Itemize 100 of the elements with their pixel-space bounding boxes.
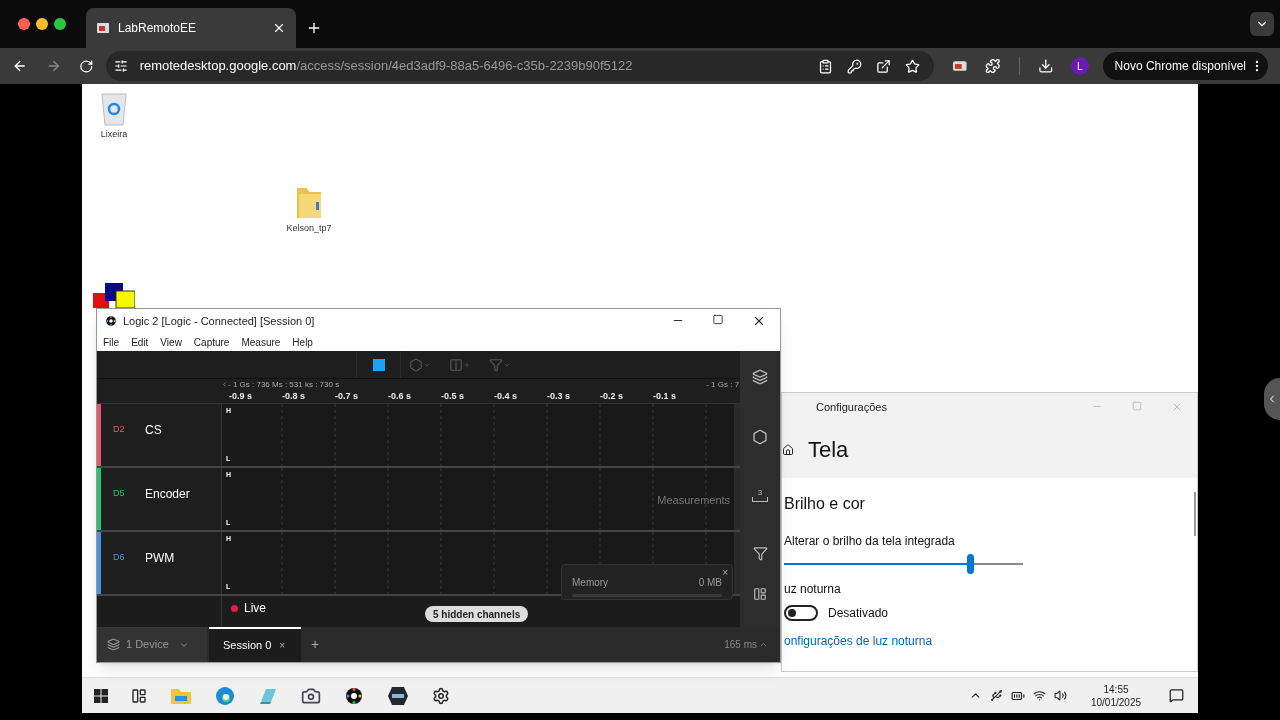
stop-button[interactable] (372, 358, 385, 371)
session-tab[interactable]: Session 0 × (209, 627, 301, 662)
start-icon[interactable] (94, 688, 108, 703)
page-title: Tela (808, 436, 849, 464)
live-label: Live (244, 600, 266, 617)
bookmark-star-icon[interactable] (904, 58, 920, 74)
menu-item[interactable]: Help (292, 334, 313, 350)
night-light-toggle[interactable] (784, 605, 818, 621)
window-title: Configurações (815, 399, 887, 415)
time-tick-label: -0.4 s (493, 390, 518, 403)
channel-name: Encoder (145, 486, 190, 503)
reload-icon[interactable] (79, 58, 94, 74)
channel-id: D6 (113, 551, 126, 565)
time-tick-label: -0.5 s (440, 390, 465, 403)
close-tab-icon[interactable]: × (279, 638, 286, 653)
external-link-icon[interactable] (875, 58, 891, 74)
time-tick-label: -0.2 s (599, 390, 624, 403)
slider-thumb[interactable] (967, 554, 975, 574)
analyzers-icon[interactable] (752, 429, 769, 445)
ruler-range-label: - 1 Gs : 7 (706, 379, 741, 391)
wifi-icon[interactable] (1033, 689, 1046, 702)
time-tick-label: -0.9 s (228, 390, 253, 403)
hidden-channels-button[interactable]: 5 hidden channels (425, 606, 529, 622)
download-icon[interactable] (1037, 58, 1054, 74)
window-title: Logic 2 [Logic - Connected] [Session 0] (123, 313, 315, 329)
new-tab-icon[interactable] (306, 20, 322, 36)
device-icon (107, 638, 120, 651)
extension-icon[interactable] (951, 58, 968, 74)
site-info-icon[interactable] (113, 59, 128, 73)
latency-label: 165 ms (724, 638, 757, 652)
url-text: remotedesktop.google.com/access/session/4ed3adf9-88a5-6496-c35b-2239b90f5122 (139, 57, 633, 76)
settings-icon[interactable] (432, 686, 450, 705)
time-tick-label: -0.3 s (546, 390, 571, 403)
profile-avatar[interactable]: L (1071, 57, 1089, 75)
menu-item[interactable]: View (160, 334, 182, 350)
caret-icon[interactable] (759, 640, 768, 649)
device-selector[interactable]: 1 Device (97, 627, 207, 662)
channel-id: D5 (113, 487, 126, 501)
scrollbar-thumb[interactable] (1194, 492, 1196, 536)
volume-icon[interactable] (1054, 689, 1067, 702)
tab-search-button[interactable] (1250, 12, 1274, 36)
layers-icon[interactable] (752, 369, 769, 385)
browser-icon[interactable] (215, 685, 235, 706)
recycle-bin-icon (99, 90, 129, 126)
brightness-slider[interactable] (784, 554, 1023, 574)
menu-item[interactable]: File (103, 334, 120, 350)
memory-label: Memory (572, 576, 609, 590)
ide-app-icon[interactable] (387, 685, 409, 706)
close-window-icon[interactable] (18, 18, 30, 30)
clock[interactable]: 14:55 10/01/2025 (1085, 682, 1147, 709)
live-indicator-icon (231, 604, 238, 612)
back-icon[interactable] (12, 58, 28, 74)
remote-desktop-icon (96, 21, 110, 35)
browser-tab[interactable]: LabRemotoEE (86, 8, 296, 48)
time-tick-label: -0.8 s (281, 390, 306, 403)
measurements-label: Measurements (657, 493, 731, 508)
address-bar[interactable]: remotedesktop.google.com/access/session/4ed3adf9-88a5-6496-c35b-2239b90f5122 (105, 51, 934, 81)
usb-icon[interactable] (990, 689, 1003, 702)
time-tick-label: -0.7 s (334, 390, 359, 403)
home-icon[interactable] (782, 443, 794, 456)
channel-name: PWM (145, 550, 175, 567)
app-shortcut-icon[interactable] (93, 283, 135, 308)
desktop-icon-label[interactable]: Lixeira (100, 128, 128, 142)
side-panel-handle[interactable] (1264, 378, 1280, 420)
panels-icon[interactable] (753, 587, 768, 601)
key-icon[interactable] (846, 58, 862, 74)
app-logo-icon (105, 315, 117, 327)
update-chrome-button[interactable]: Novo Chrome disponível (1102, 52, 1268, 80)
clipboard-icon[interactable] (817, 58, 833, 74)
maximize-window-icon[interactable] (54, 18, 66, 30)
toggle-state-label: Desativado (828, 605, 889, 622)
channel-id: D2 (113, 423, 126, 437)
close-icon[interactable]: × (722, 565, 728, 580)
logic-app-icon[interactable] (344, 685, 364, 706)
channel-name: CS (145, 422, 162, 439)
night-light-label: uz noturna (784, 581, 842, 598)
close-tab-icon[interactable] (272, 21, 286, 35)
menu-item[interactable]: Measure (241, 334, 281, 350)
notifications-icon[interactable] (1169, 688, 1184, 703)
ruler-range-label: - 1 Gs : 736 Ms : 531 ks : 730 s (228, 379, 340, 391)
markers-icon[interactable] (752, 546, 768, 561)
marker-icon[interactable] (489, 357, 503, 372)
menu-item[interactable]: Edit (131, 334, 149, 350)
time-tick-label: -0.1 s (652, 390, 677, 403)
timing-marker-icon[interactable] (449, 357, 463, 372)
arrow-left-icon (221, 381, 228, 388)
file-explorer-icon[interactable] (170, 686, 192, 705)
night-light-settings-link[interactable]: onfigurações de luz noturna (784, 632, 1197, 650)
memory-value: 0 MB (698, 576, 722, 590)
task-view-icon[interactable] (131, 687, 147, 704)
section-title: Brilho e cor (784, 494, 865, 514)
time-tick-label: -0.6 s (387, 390, 412, 403)
extensions-icon[interactable] (985, 58, 1001, 74)
timing-markers-button[interactable]: 3 (752, 489, 769, 502)
new-session-button[interactable]: + (311, 634, 320, 655)
tab-title: LabRemotoEE (118, 20, 197, 37)
brightness-label: Alterar o brilho da tela integrada (784, 533, 956, 550)
minimize-window-icon[interactable] (36, 18, 48, 30)
menu-item[interactable]: Capture (193, 334, 230, 350)
desktop-icon-label[interactable]: Kelson_tp7 (286, 222, 332, 236)
